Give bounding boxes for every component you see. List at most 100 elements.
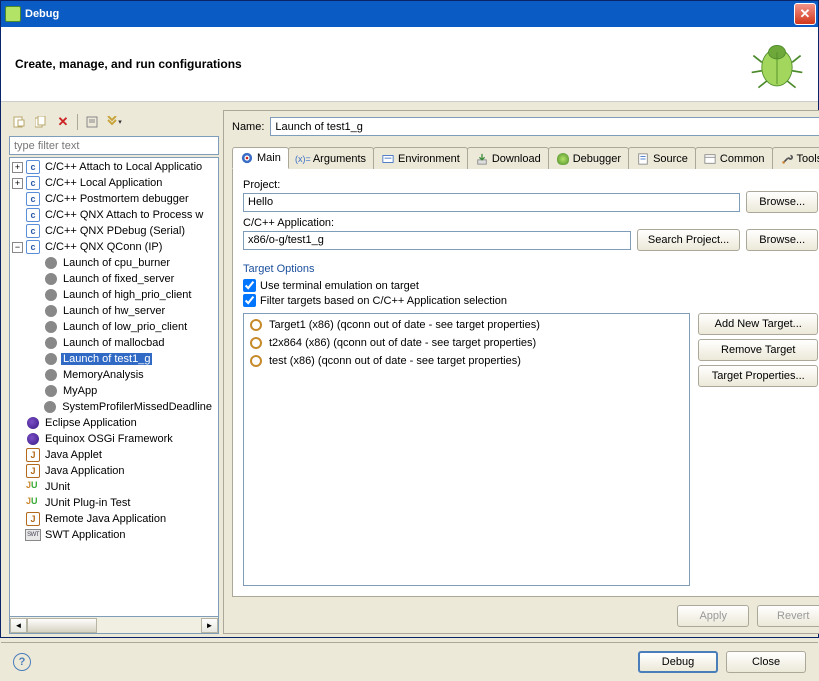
target-list[interactable]: Target1 (x86) (qconn out of date - see t… xyxy=(243,313,690,586)
gear-icon xyxy=(43,367,59,383)
tree-item[interactable]: JUnit xyxy=(10,479,218,495)
collapse-all-button[interactable]: ▾ xyxy=(104,112,124,132)
terminal-emulation-checkbox[interactable]: Use terminal emulation on target xyxy=(243,279,818,292)
tree-item-label: MemoryAnalysis xyxy=(61,369,146,381)
target-item[interactable]: test (x86) (qconn out of date - see targ… xyxy=(246,352,687,370)
tab-main[interactable]: Main xyxy=(232,147,289,169)
name-input[interactable] xyxy=(270,117,819,136)
terminal-emulation-input[interactable] xyxy=(243,279,256,292)
tree-item[interactable]: Launch of low_prio_client xyxy=(10,319,218,335)
application-label: C/C++ Application: xyxy=(243,217,818,229)
c-icon: c xyxy=(25,191,41,207)
eclipse-icon xyxy=(25,431,41,447)
env-icon xyxy=(381,152,395,166)
tree-item[interactable]: Launch of hw_server xyxy=(10,303,218,319)
tab-arguments[interactable]: (x)=Arguments xyxy=(288,147,374,169)
tab-debugger[interactable]: Debugger xyxy=(548,147,629,169)
remove-target-button[interactable]: Remove Target xyxy=(698,339,818,361)
c-icon: c xyxy=(25,159,41,175)
tab-source[interactable]: Source xyxy=(628,147,696,169)
browse-application-button[interactable]: Browse... xyxy=(746,229,818,251)
gear-icon xyxy=(43,335,59,351)
gear-icon xyxy=(42,399,58,415)
project-input[interactable] xyxy=(243,193,740,212)
target-icon xyxy=(248,317,264,333)
bug-icon xyxy=(556,152,570,166)
tree-item-label: JUnit Plug-in Test xyxy=(43,497,132,509)
filter-targets-input[interactable] xyxy=(243,294,256,307)
tree-item-label: Launch of cpu_burner xyxy=(61,257,172,269)
gear-icon xyxy=(43,351,59,367)
config-toolbar: ✕ ▾ xyxy=(9,110,219,136)
tree-item[interactable]: cC/C++ QNX PDebug (Serial) xyxy=(10,223,218,239)
scroll-right-button[interactable]: ► xyxy=(201,618,218,633)
tree-item[interactable]: Launch of cpu_burner xyxy=(10,255,218,271)
filter-config-button[interactable] xyxy=(82,112,102,132)
tree-item[interactable]: Launch of test1_g xyxy=(10,351,218,367)
target-properties-button[interactable]: Target Properties... xyxy=(698,365,818,387)
tree-item[interactable]: JRemote Java Application xyxy=(10,511,218,527)
dialog-footer: ? Debug Close xyxy=(1,642,818,681)
close-button[interactable]: Close xyxy=(726,651,806,673)
tab-environment[interactable]: Environment xyxy=(373,147,468,169)
filter-targets-checkbox[interactable]: Filter targets based on C/C++ Applicatio… xyxy=(243,294,818,307)
tree-item-label: C/C++ Attach to Local Applicatio xyxy=(43,161,204,173)
tree-item[interactable]: MyApp xyxy=(10,383,218,399)
tree-item[interactable]: +cC/C++ Local Application xyxy=(10,175,218,191)
tree-item[interactable]: +cC/C++ Attach to Local Applicatio xyxy=(10,159,218,175)
revert-button[interactable]: Revert xyxy=(757,605,819,627)
tree-item-label: SWT Application xyxy=(43,529,128,541)
delete-config-button[interactable]: ✕ xyxy=(53,112,73,132)
tree-item[interactable]: Equinox OSGi Framework xyxy=(10,431,218,447)
tree-item[interactable]: MemoryAnalysis xyxy=(10,367,218,383)
tree-item-label: Launch of fixed_server xyxy=(61,273,176,285)
tree-toggle-icon[interactable]: − xyxy=(12,242,23,253)
tree-item[interactable]: Launch of high_prio_client xyxy=(10,287,218,303)
target-item-label: t2x864 (x86) (qconn out of date - see ta… xyxy=(269,337,536,349)
tree-item[interactable]: Eclipse Application xyxy=(10,415,218,431)
tree-item[interactable]: JJava Applet xyxy=(10,447,218,463)
tree-item[interactable]: cC/C++ QNX Attach to Process w xyxy=(10,207,218,223)
horizontal-scrollbar[interactable]: ◄ ► xyxy=(9,617,219,634)
tab-common[interactable]: Common xyxy=(695,147,773,169)
tree-toggle-icon[interactable]: + xyxy=(12,178,23,189)
close-window-button[interactable]: ✕ xyxy=(794,3,816,25)
target-icon xyxy=(248,353,264,369)
help-button[interactable]: ? xyxy=(13,653,31,671)
filter-input[interactable] xyxy=(9,136,219,155)
add-target-button[interactable]: Add New Target... xyxy=(698,313,818,335)
target-icon xyxy=(248,335,264,351)
tree-item[interactable]: JJava Application xyxy=(10,463,218,479)
search-project-button[interactable]: Search Project... xyxy=(637,229,740,251)
target-item[interactable]: Target1 (x86) (qconn out of date - see t… xyxy=(246,316,687,334)
scroll-thumb[interactable] xyxy=(27,618,97,633)
tab-label: Arguments xyxy=(313,153,366,165)
tree-item[interactable]: SWTSWT Application xyxy=(10,527,218,543)
tab-download[interactable]: Download xyxy=(467,147,549,169)
tree-item[interactable]: Launch of mallocbad xyxy=(10,335,218,351)
config-tree[interactable]: +cC/C++ Attach to Local Applicatio+cC/C+… xyxy=(9,157,219,617)
tree-toggle-icon[interactable]: + xyxy=(12,162,23,173)
apply-button[interactable]: Apply xyxy=(677,605,749,627)
duplicate-config-button[interactable] xyxy=(31,112,51,132)
tree-item[interactable]: JUnit Plug-in Test xyxy=(10,495,218,511)
tree-item[interactable]: Launch of fixed_server xyxy=(10,271,218,287)
tree-item-label: Java Application xyxy=(43,465,127,477)
tree-item-label: MyApp xyxy=(61,385,99,397)
project-label: Project: xyxy=(243,179,818,191)
tree-item-label: JUnit xyxy=(43,481,72,493)
source-icon xyxy=(636,152,650,166)
scroll-left-button[interactable]: ◄ xyxy=(10,618,27,633)
debug-button[interactable]: Debug xyxy=(638,651,718,673)
gear-icon xyxy=(43,271,59,287)
new-config-button[interactable] xyxy=(9,112,29,132)
tree-item[interactable]: cC/C++ Postmortem debugger xyxy=(10,191,218,207)
tab-tools[interactable]: Tools xyxy=(772,147,819,169)
tree-item[interactable]: −cC/C++ QNX QConn (IP) xyxy=(10,239,218,255)
tree-item[interactable]: SystemProfilerMissedDeadline xyxy=(10,399,218,415)
browse-project-button[interactable]: Browse... xyxy=(746,191,818,213)
swt-icon: SWT xyxy=(25,527,41,543)
target-item[interactable]: t2x864 (x86) (qconn out of date - see ta… xyxy=(246,334,687,352)
application-input[interactable] xyxy=(243,231,631,250)
ju-icon xyxy=(25,495,41,511)
